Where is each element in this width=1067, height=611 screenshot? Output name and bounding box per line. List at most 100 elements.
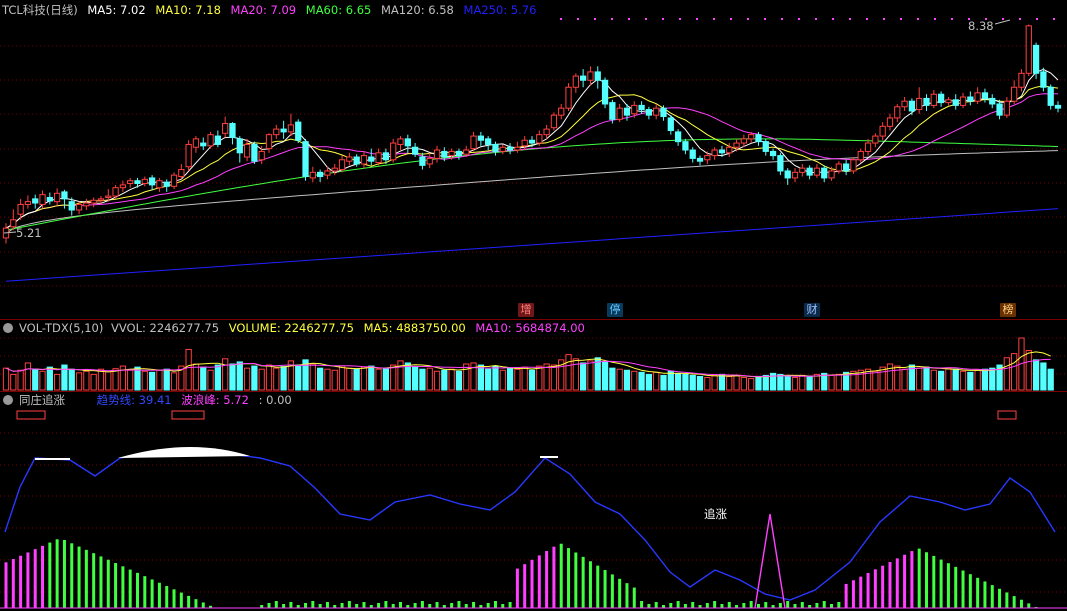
candle-body xyxy=(901,100,908,108)
histogram-bar xyxy=(837,602,841,608)
candle-body xyxy=(1047,86,1054,106)
event-tag-cai[interactable]: 财 xyxy=(804,303,820,317)
histogram-bar xyxy=(187,595,191,608)
candle-body xyxy=(1018,72,1025,88)
marker-dot xyxy=(900,18,902,20)
gear-icon[interactable] xyxy=(3,395,13,405)
volume-bar xyxy=(580,362,587,391)
price-chart[interactable] xyxy=(0,0,1067,319)
histogram-bar xyxy=(669,603,673,608)
histogram-bar xyxy=(910,551,914,608)
extra-value-label: : 0.00 xyxy=(258,393,292,407)
candle-body xyxy=(75,203,83,211)
volume-bar xyxy=(455,370,463,391)
candle-body xyxy=(360,155,368,165)
candle-body xyxy=(448,150,455,157)
volume-bar xyxy=(572,358,579,391)
volume-bar xyxy=(945,367,952,391)
volume-bar xyxy=(390,364,397,391)
ma60-label: MA60: 6.65 xyxy=(305,3,372,17)
histogram-bar xyxy=(873,569,877,608)
histogram-bar xyxy=(399,602,402,608)
volume-pane[interactable]: VOL-TDX(5,10) VVOL: 2246277.75 VOLUME: 2… xyxy=(0,320,1067,392)
histogram-bar xyxy=(998,588,1002,608)
histogram-bar xyxy=(647,604,651,608)
ma120-label: MA120: 6.58 xyxy=(380,3,454,17)
volume-bar xyxy=(200,366,207,391)
histogram-bar xyxy=(530,559,534,608)
marker-dot xyxy=(815,18,817,20)
histogram-bar xyxy=(70,543,74,608)
volume-bar xyxy=(514,368,521,391)
candle-body xyxy=(207,134,214,147)
histogram-bar xyxy=(413,603,417,608)
volume-bar xyxy=(762,374,769,391)
candle-body xyxy=(222,123,229,134)
volume-bar xyxy=(777,373,784,391)
candle-body xyxy=(163,181,170,187)
histogram-bar xyxy=(581,556,585,608)
marker-dot xyxy=(730,18,732,20)
volume-bar xyxy=(148,371,156,391)
volume-bar xyxy=(791,377,799,391)
histogram-bar xyxy=(990,585,994,608)
candle-body xyxy=(258,150,265,161)
histogram-bar xyxy=(654,602,658,608)
candle-body xyxy=(317,171,324,178)
volume-bar xyxy=(426,367,433,391)
candle-body xyxy=(426,157,433,165)
volume-bar xyxy=(338,365,346,391)
volume-bar xyxy=(499,369,506,391)
gear-icon[interactable] xyxy=(3,323,13,333)
candle-body xyxy=(813,167,821,176)
volume-bar xyxy=(1040,362,1047,391)
histogram-bar xyxy=(968,574,972,608)
histogram-bar xyxy=(588,561,592,608)
candle-body xyxy=(485,138,492,145)
histogram-bar xyxy=(384,601,388,608)
volume-bar xyxy=(506,367,514,391)
histogram-bar xyxy=(1012,596,1016,608)
histogram-bar xyxy=(749,601,753,608)
candle-body xyxy=(455,150,463,157)
volume-bar xyxy=(309,363,316,391)
histogram-bar xyxy=(793,604,797,608)
candle-body xyxy=(90,199,97,204)
volume-bar xyxy=(623,369,631,391)
candle-body xyxy=(112,187,119,197)
indicator-chart[interactable] xyxy=(0,392,1067,611)
ma120-line xyxy=(5,150,1059,235)
volume-bar xyxy=(748,378,755,391)
volume-bar xyxy=(828,374,835,391)
price-pane[interactable]: TCL科技(日线) MA5: 7.02 MA10: 7.18 MA20: 7.0… xyxy=(0,0,1067,319)
histogram-bar xyxy=(895,558,899,608)
histogram-bar xyxy=(537,555,541,608)
ma20-label: MA20: 7.09 xyxy=(230,3,297,17)
candle-body xyxy=(894,106,901,119)
event-tag-zeng[interactable]: 增 xyxy=(518,303,534,317)
event-tag-bang[interactable]: 榜 xyxy=(1000,303,1016,317)
candle-body xyxy=(762,141,769,152)
volume-bar xyxy=(419,368,426,391)
volume-bar xyxy=(280,366,287,391)
histogram-bar xyxy=(92,553,96,608)
volume-bar xyxy=(653,371,660,391)
candle-body xyxy=(959,96,967,106)
histogram-bar xyxy=(830,604,834,608)
volume-bar xyxy=(565,354,572,391)
histogram-bar xyxy=(325,602,329,608)
histogram-bar xyxy=(925,552,928,608)
candle-body xyxy=(974,92,981,102)
histogram-bar xyxy=(362,602,366,608)
event-tag-ting[interactable]: 停 xyxy=(607,303,623,317)
histogram-bar xyxy=(4,562,8,608)
candle-body xyxy=(1032,44,1040,74)
volume-bar xyxy=(952,368,959,391)
indicator-pane[interactable]: 同庄追涨 趋势线: 39.41 波浪峰: 5.72 : 0.00 追涨 xyxy=(0,392,1067,611)
candle-body xyxy=(419,156,426,166)
volume-bar xyxy=(192,363,200,391)
candle-body xyxy=(937,93,945,104)
candle-body xyxy=(674,131,682,143)
histogram-bar xyxy=(282,604,286,608)
histogram-bar xyxy=(194,599,198,608)
